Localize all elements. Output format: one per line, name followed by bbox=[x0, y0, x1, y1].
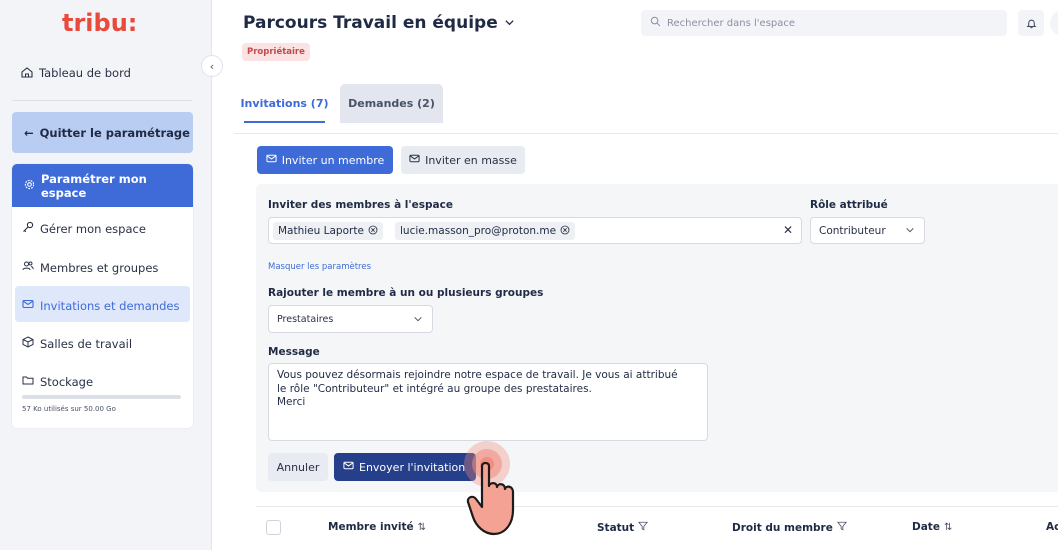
sidebar-item-invitations[interactable]: Invitations et demandes bbox=[22, 298, 179, 313]
group-label: Rajouter le membre à un ou plusieurs gro… bbox=[268, 287, 544, 299]
column-header-rights[interactable]: Droit du membre bbox=[732, 521, 847, 534]
configure-space-button[interactable]: Paramétrer mon espace bbox=[12, 164, 193, 207]
message-textarea[interactable]: Vous pouvez désormais rejoindre notre es… bbox=[268, 363, 708, 441]
members-label: Inviter des membres à l'espace bbox=[268, 199, 453, 211]
table-divider bbox=[256, 506, 1058, 507]
invite-mass-button[interactable]: Inviter en masse bbox=[401, 146, 525, 174]
tabs-divider bbox=[234, 133, 1058, 134]
sidebar-item-manage-space[interactable]: Gérer mon espace bbox=[22, 221, 146, 236]
search-placeholder: Rechercher dans l'espace bbox=[667, 17, 796, 29]
storage-progress-bar bbox=[22, 395, 181, 399]
arrow-left-icon: ← bbox=[24, 125, 34, 140]
tab-invitations[interactable]: Invitations (7) bbox=[234, 84, 335, 123]
svg-text:tribu:: tribu: bbox=[62, 9, 137, 37]
page-title[interactable]: Parcours Travail en équipe bbox=[243, 13, 515, 33]
member-chip[interactable]: Mathieu Laporte bbox=[273, 222, 383, 240]
collapse-sidebar-button[interactable]: ‹ bbox=[201, 55, 223, 77]
column-header-status[interactable]: Statut bbox=[597, 521, 649, 534]
search-input[interactable]: Rechercher dans l'espace bbox=[641, 10, 1007, 36]
sidebar-divider bbox=[12, 100, 192, 101]
config-menu: Paramétrer mon espace Gérer mon espace M… bbox=[12, 164, 193, 428]
clear-icon[interactable]: ✕ bbox=[783, 223, 793, 237]
key-icon bbox=[22, 221, 34, 236]
chevron-down-icon bbox=[905, 225, 915, 238]
sort-icon[interactable]: ⇅ bbox=[418, 522, 426, 533]
role-label: Rôle attribué bbox=[810, 199, 888, 211]
sort-icon[interactable]: ⇅ bbox=[944, 522, 952, 533]
cube-icon bbox=[22, 336, 34, 351]
mail-icon bbox=[266, 153, 277, 167]
sidebar-item-members[interactable]: Membres et groupes bbox=[22, 260, 158, 275]
tab-requests[interactable]: Demandes (2) bbox=[340, 84, 443, 123]
members-input[interactable]: Mathieu Laporte lucie.masson_pro@proton.… bbox=[268, 217, 802, 244]
mail-icon bbox=[343, 460, 354, 474]
sidebar-item-label: Tableau de bord bbox=[39, 66, 131, 80]
send-invitation-button[interactable]: Envoyer l'invitation bbox=[334, 453, 476, 481]
message-label: Message bbox=[268, 346, 320, 358]
mail-icon bbox=[409, 153, 420, 167]
chevron-down-icon bbox=[504, 13, 515, 33]
role-select[interactable]: Contributeur bbox=[810, 217, 925, 244]
bell-icon bbox=[1025, 14, 1037, 33]
notifications-button[interactable] bbox=[1018, 10, 1044, 36]
chevron-down-icon bbox=[413, 314, 423, 327]
filter-icon[interactable] bbox=[638, 521, 649, 534]
remove-chip-icon[interactable] bbox=[560, 225, 570, 238]
home-icon bbox=[20, 67, 33, 80]
search-icon bbox=[650, 16, 661, 30]
column-header-member[interactable]: Membre invité ⇅ bbox=[328, 521, 426, 533]
chevron-left-icon: ‹ bbox=[209, 59, 215, 73]
owner-badge: Propriétaire bbox=[242, 43, 310, 61]
filter-icon[interactable] bbox=[836, 521, 847, 534]
quit-settings-button[interactable]: ← Quitter le paramétrage bbox=[12, 112, 193, 153]
folder-icon bbox=[22, 374, 34, 389]
group-select[interactable]: Prestataires bbox=[268, 305, 433, 333]
sidebar-item-storage[interactable]: Stockage bbox=[22, 374, 93, 389]
tribu-logo[interactable]: tribu: bbox=[62, 8, 152, 38]
select-all-checkbox[interactable] bbox=[266, 520, 281, 535]
member-chip[interactable]: lucie.masson_pro@proton.me bbox=[395, 222, 576, 240]
hide-params-link[interactable]: Masquer les paramètres bbox=[268, 262, 371, 272]
sidebar-item-rooms[interactable]: Salles de travail bbox=[22, 336, 132, 351]
mail-icon bbox=[22, 298, 34, 313]
sidebar: tribu: Tableau de bord ← Quitter le para… bbox=[0, 0, 212, 550]
remove-chip-icon[interactable] bbox=[368, 225, 378, 238]
invite-member-button[interactable]: Inviter un membre bbox=[257, 146, 393, 174]
avatar[interactable] bbox=[1050, 10, 1058, 36]
column-header-date[interactable]: Date ⇅ bbox=[912, 521, 952, 533]
gear-icon bbox=[24, 179, 35, 193]
storage-usage-text: 57 Ko utilisés sur 50.00 Go bbox=[22, 405, 116, 413]
cancel-button[interactable]: Annuler bbox=[268, 453, 328, 481]
sidebar-item-dashboard[interactable]: Tableau de bord bbox=[20, 66, 131, 80]
column-header-actions[interactable]: Ac bbox=[1046, 521, 1058, 533]
users-icon bbox=[22, 260, 34, 275]
